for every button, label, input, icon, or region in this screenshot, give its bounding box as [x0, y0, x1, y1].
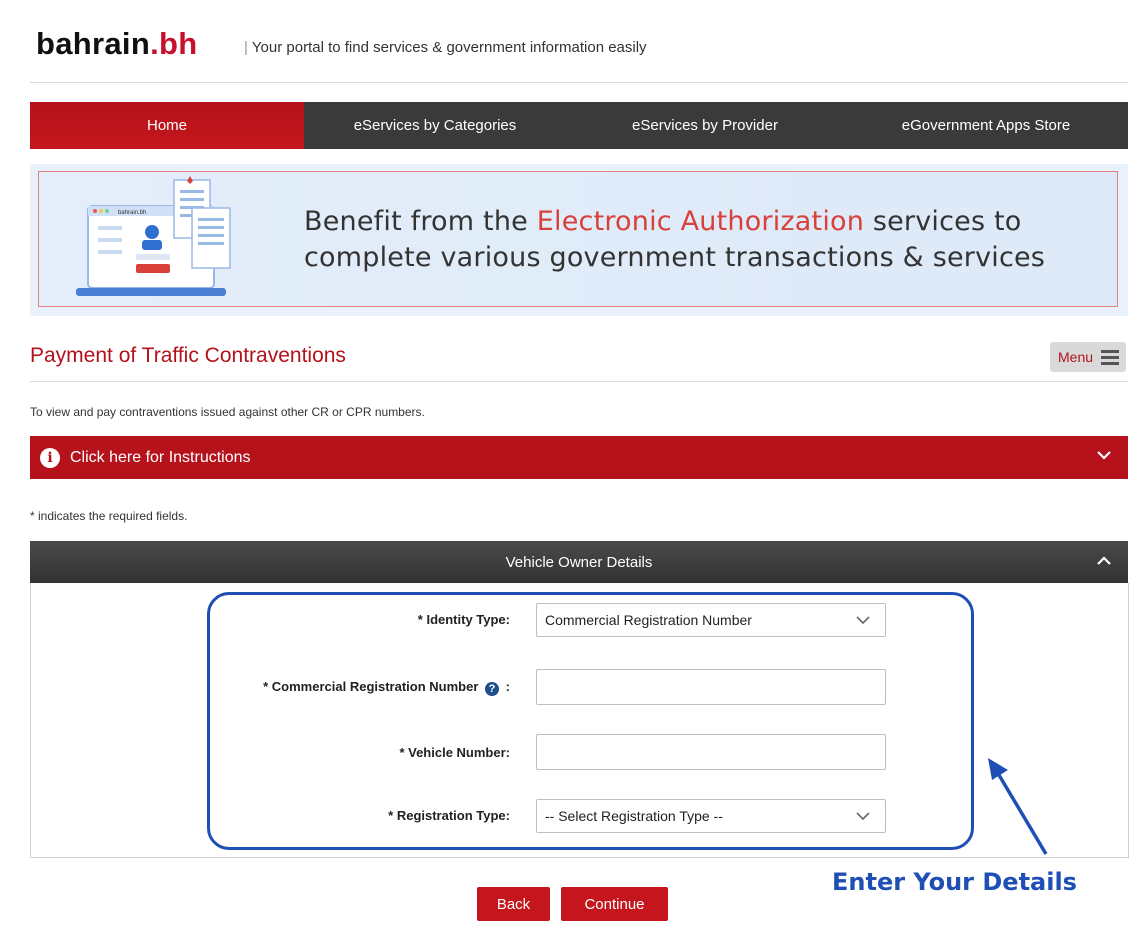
tagline-separator: |	[244, 39, 248, 56]
identity-type-label: * Identity Type:	[417, 612, 510, 627]
site-tagline: | Your portal to find services & governme…	[244, 38, 647, 58]
nav-item-home[interactable]: Home	[30, 102, 304, 149]
laptop-illustration-icon: bahrain.bh	[76, 176, 231, 296]
identity-type-select[interactable]: Commercial Registration Number	[536, 603, 886, 637]
brand-domain: .bh	[150, 26, 198, 61]
registration-type-label: * Registration Type:	[388, 808, 510, 823]
chevron-down-icon	[856, 812, 870, 821]
page-title: Payment of Traffic Contraventions	[30, 344, 346, 367]
banner-line1-suffix: services to	[864, 206, 1022, 237]
identity-type-value: Commercial Registration Number	[545, 612, 752, 628]
banner-message: Benefit from the Electronic Authorizatio…	[304, 204, 1045, 276]
required-fields-note: * indicates the required fields.	[30, 509, 188, 523]
help-icon[interactable]: ?	[485, 682, 500, 696]
cr-number-label-text: * Commercial Registration Number	[263, 679, 479, 694]
tagline-text: Your portal to find services & governmen…	[251, 39, 647, 56]
menu-label: Menu	[1058, 349, 1094, 365]
back-button[interactable]: Back	[477, 887, 550, 921]
banner-line2: complete various government transactions…	[304, 242, 1046, 273]
chevron-up-icon	[1097, 556, 1111, 565]
menu-button[interactable]: Menu	[1050, 342, 1126, 372]
banner-line1-highlight: Electronic Authorization	[536, 206, 865, 237]
title-divider	[30, 381, 1128, 382]
vehicle-number-label: * Vehicle Number:	[399, 745, 510, 760]
instructions-label: Click here for Instructions	[70, 448, 251, 466]
nav-item-eservices-by-provider[interactable]: eServices by Provider	[566, 102, 844, 149]
registration-type-value: -- Select Registration Type --	[545, 808, 723, 824]
hamburger-icon	[1101, 347, 1120, 368]
nav-item-eservices-by-categories[interactable]: eServices by Categories	[304, 102, 566, 149]
header-divider	[30, 82, 1128, 83]
annotation-callout: Enter Your Details	[832, 868, 1077, 896]
cr-number-input[interactable]	[536, 669, 886, 705]
vehicle-number-input[interactable]	[536, 734, 886, 770]
banner-line1-prefix: Benefit from the	[304, 206, 537, 237]
chevron-down-icon	[1097, 451, 1111, 460]
vehicle-owner-panel-header[interactable]: Vehicle Owner Details	[30, 541, 1128, 583]
info-icon: i	[40, 447, 60, 468]
instructions-toggle[interactable]: i Click here for Instructions	[30, 436, 1128, 479]
site-logo[interactable]: bahrain.bh	[36, 24, 197, 64]
page-description: To view and pay contraventions issued ag…	[30, 405, 425, 419]
main-nav: Home eServices by Categories eServices b…	[30, 102, 1128, 149]
annotation-arrow-icon	[988, 758, 1048, 855]
chevron-down-icon	[856, 616, 870, 625]
cr-number-label: * Commercial Registration Number ? :	[200, 678, 510, 696]
panel-title: Vehicle Owner Details	[505, 553, 653, 571]
illustration-brand: bahrain.bh	[118, 210, 146, 216]
cr-number-label-colon: :	[505, 679, 510, 694]
nav-item-egovernment-apps-store[interactable]: eGovernment Apps Store	[844, 102, 1128, 149]
brand-main: bahrain	[36, 26, 151, 61]
continue-button[interactable]: Continue	[561, 887, 668, 921]
registration-type-select[interactable]: -- Select Registration Type --	[536, 799, 886, 833]
